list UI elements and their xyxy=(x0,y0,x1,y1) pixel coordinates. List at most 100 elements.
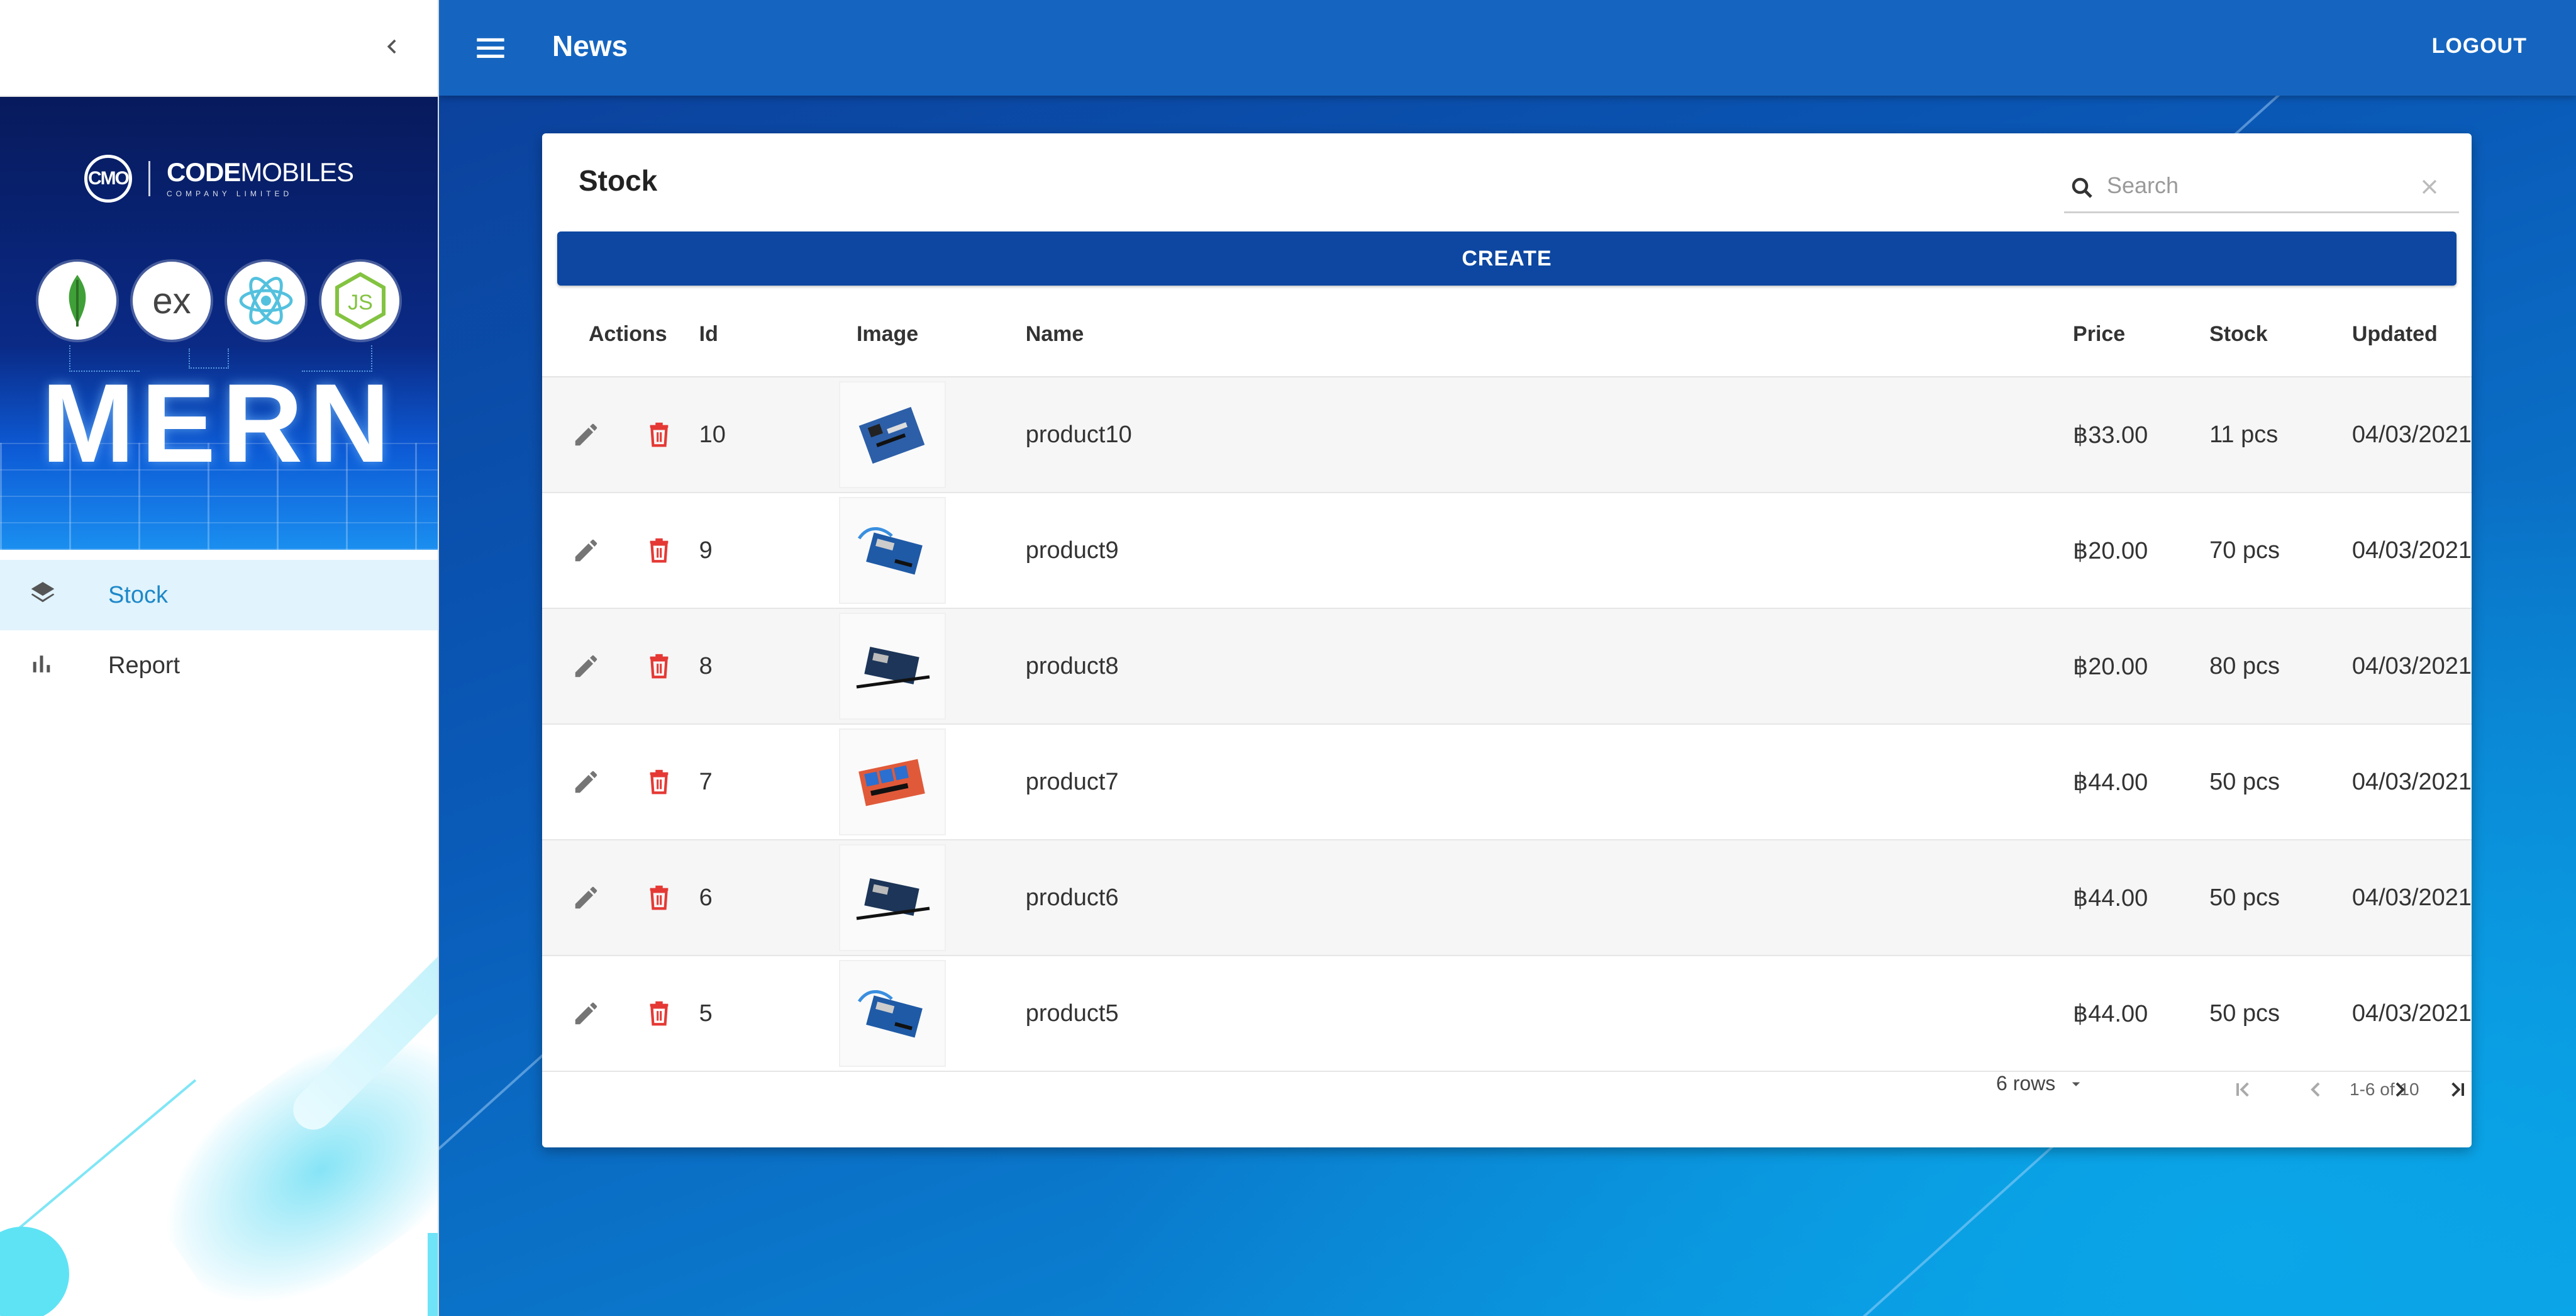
edit-button[interactable] xyxy=(569,649,604,684)
collapse-sidebar-button[interactable] xyxy=(379,33,406,60)
trash-icon xyxy=(650,885,669,910)
edit-button[interactable] xyxy=(569,417,604,452)
last-page-icon xyxy=(2451,1082,2464,1097)
pencil-icon xyxy=(575,539,597,562)
mern-banner: CMO CODEMOBILES COMPANY LIMITED ex JS ME… xyxy=(0,97,438,550)
clear-search-button[interactable] xyxy=(2419,176,2440,201)
trash-icon xyxy=(650,1001,669,1026)
sidebar-nav: Stock Report xyxy=(0,560,438,701)
layers-icon xyxy=(29,580,57,611)
table-row: 8 product8 ฿20.00 80 pcs 04/03/2021 xyxy=(542,608,2472,725)
cell-id: 10 xyxy=(699,377,834,493)
cell-stock: 50 pcs xyxy=(2209,724,2352,840)
mongodb-icon xyxy=(38,262,116,340)
column-header-id[interactable]: Id xyxy=(699,292,834,377)
cell-price: ฿44.00 xyxy=(2073,724,2210,840)
sidebar-item-stock[interactable]: Stock xyxy=(0,560,438,630)
chevron-left-icon xyxy=(2311,1082,2320,1097)
codemobiles-logo: CMO CODEMOBILES COMPANY LIMITED xyxy=(0,155,438,203)
delete-button[interactable] xyxy=(641,996,677,1031)
cell-name: product10 xyxy=(1025,377,2074,493)
pencil-icon xyxy=(575,771,597,793)
chevron-right-icon xyxy=(2396,1082,2405,1097)
column-header-updated[interactable]: Updated xyxy=(2351,292,2472,377)
cell-updated: 04/03/2021 xyxy=(2351,493,2472,609)
trash-icon xyxy=(650,538,669,563)
delete-button[interactable] xyxy=(641,417,677,452)
cell-price: ฿44.00 xyxy=(2073,840,2210,956)
row-actions xyxy=(542,724,699,840)
cell-stock: 11 pcs xyxy=(2209,377,2352,493)
stock-table-card: Stock CREATE Actions Id Image Name Price… xyxy=(542,133,2472,1147)
table-row: 7 product7 ฿44.00 50 pcs 04/03/2021 xyxy=(542,724,2472,840)
previous-page-button[interactable] xyxy=(2298,1072,2333,1107)
cell-image xyxy=(833,377,1026,493)
row-actions xyxy=(542,840,699,956)
column-header-image[interactable]: Image xyxy=(833,292,1026,377)
sidebar-header xyxy=(0,0,438,97)
search-input[interactable] xyxy=(2106,171,2404,200)
sidebar-item-report[interactable]: Report xyxy=(0,630,438,701)
delete-button[interactable] xyxy=(641,649,677,684)
column-header-actions: Actions xyxy=(542,292,699,377)
pencil-icon xyxy=(575,886,597,909)
mern-title: MERN xyxy=(41,360,397,486)
sidebar-item-label: Stock xyxy=(108,581,169,608)
logout-button[interactable]: LOGOUT xyxy=(2432,34,2527,59)
sidebar: CMO CODEMOBILES COMPANY LIMITED ex JS ME… xyxy=(0,0,439,1316)
cell-name: product6 xyxy=(1025,840,2074,956)
trash-icon xyxy=(650,769,669,795)
cell-name: product8 xyxy=(1025,608,2074,725)
pencil-icon xyxy=(575,423,597,446)
cell-image xyxy=(833,493,1026,609)
sidebar-item-label: Report xyxy=(108,652,180,679)
cell-stock: 80 pcs xyxy=(2209,608,2352,725)
cell-updated: 04/03/2021 xyxy=(2351,377,2472,493)
table-title: Stock xyxy=(579,164,658,197)
column-header-price[interactable]: Price xyxy=(2073,292,2210,377)
dropdown-arrow-icon xyxy=(2072,1082,2080,1086)
first-page-button[interactable] xyxy=(2225,1072,2260,1107)
rows-per-page-select[interactable]: 6 rows xyxy=(1996,1072,2085,1095)
cell-image xyxy=(833,724,1026,840)
cell-name: product7 xyxy=(1025,724,2074,840)
express-icon: ex xyxy=(133,262,211,340)
cell-id: 6 xyxy=(699,840,834,956)
trash-icon xyxy=(650,654,669,679)
product-image xyxy=(838,728,946,835)
next-page-button[interactable] xyxy=(2382,1072,2418,1107)
create-button[interactable]: CREATE xyxy=(557,231,2457,286)
column-header-name[interactable]: Name xyxy=(1025,292,2074,377)
cell-stock: 50 pcs xyxy=(2209,840,2352,956)
cell-price: ฿20.00 xyxy=(2073,493,2210,609)
table-row: 10 product10 ฿33.00 11 pcs 04/03/2021 xyxy=(542,377,2472,493)
edit-button[interactable] xyxy=(569,880,604,915)
trash-icon xyxy=(650,422,669,447)
delete-button[interactable] xyxy=(641,880,677,915)
table-header-row: Actions Id Image Name Price Stock Update… xyxy=(542,292,2472,377)
brand-subtitle: COMPANY LIMITED xyxy=(166,189,293,198)
delete-button[interactable] xyxy=(641,764,677,800)
brand-name-light: MOBILES xyxy=(240,157,354,187)
edit-button[interactable] xyxy=(569,764,604,800)
react-icon xyxy=(227,262,305,340)
delete-button[interactable] xyxy=(641,533,677,568)
last-page-button[interactable] xyxy=(2440,1072,2472,1107)
table-row: 9 product9 ฿20.00 70 pcs 04/03/2021 xyxy=(542,493,2472,609)
column-header-stock[interactable]: Stock xyxy=(2209,292,2352,377)
row-actions xyxy=(542,493,699,609)
app-bar: News LOGOUT xyxy=(439,0,2576,96)
app-title: News xyxy=(552,30,628,62)
edit-button[interactable] xyxy=(569,533,604,568)
edit-button[interactable] xyxy=(569,996,604,1031)
cell-id: 8 xyxy=(699,608,834,725)
product-image xyxy=(838,497,946,604)
cell-updated: 04/03/2021 xyxy=(2351,724,2472,840)
stock-table: Actions Id Image Name Price Stock Update… xyxy=(542,292,2472,1072)
cell-id: 9 xyxy=(699,493,834,609)
close-icon xyxy=(2422,179,2437,194)
menu-button[interactable] xyxy=(474,33,507,63)
decorative-shape xyxy=(428,1233,438,1316)
cell-price: ฿20.00 xyxy=(2073,608,2210,725)
cell-id: 7 xyxy=(699,724,834,840)
